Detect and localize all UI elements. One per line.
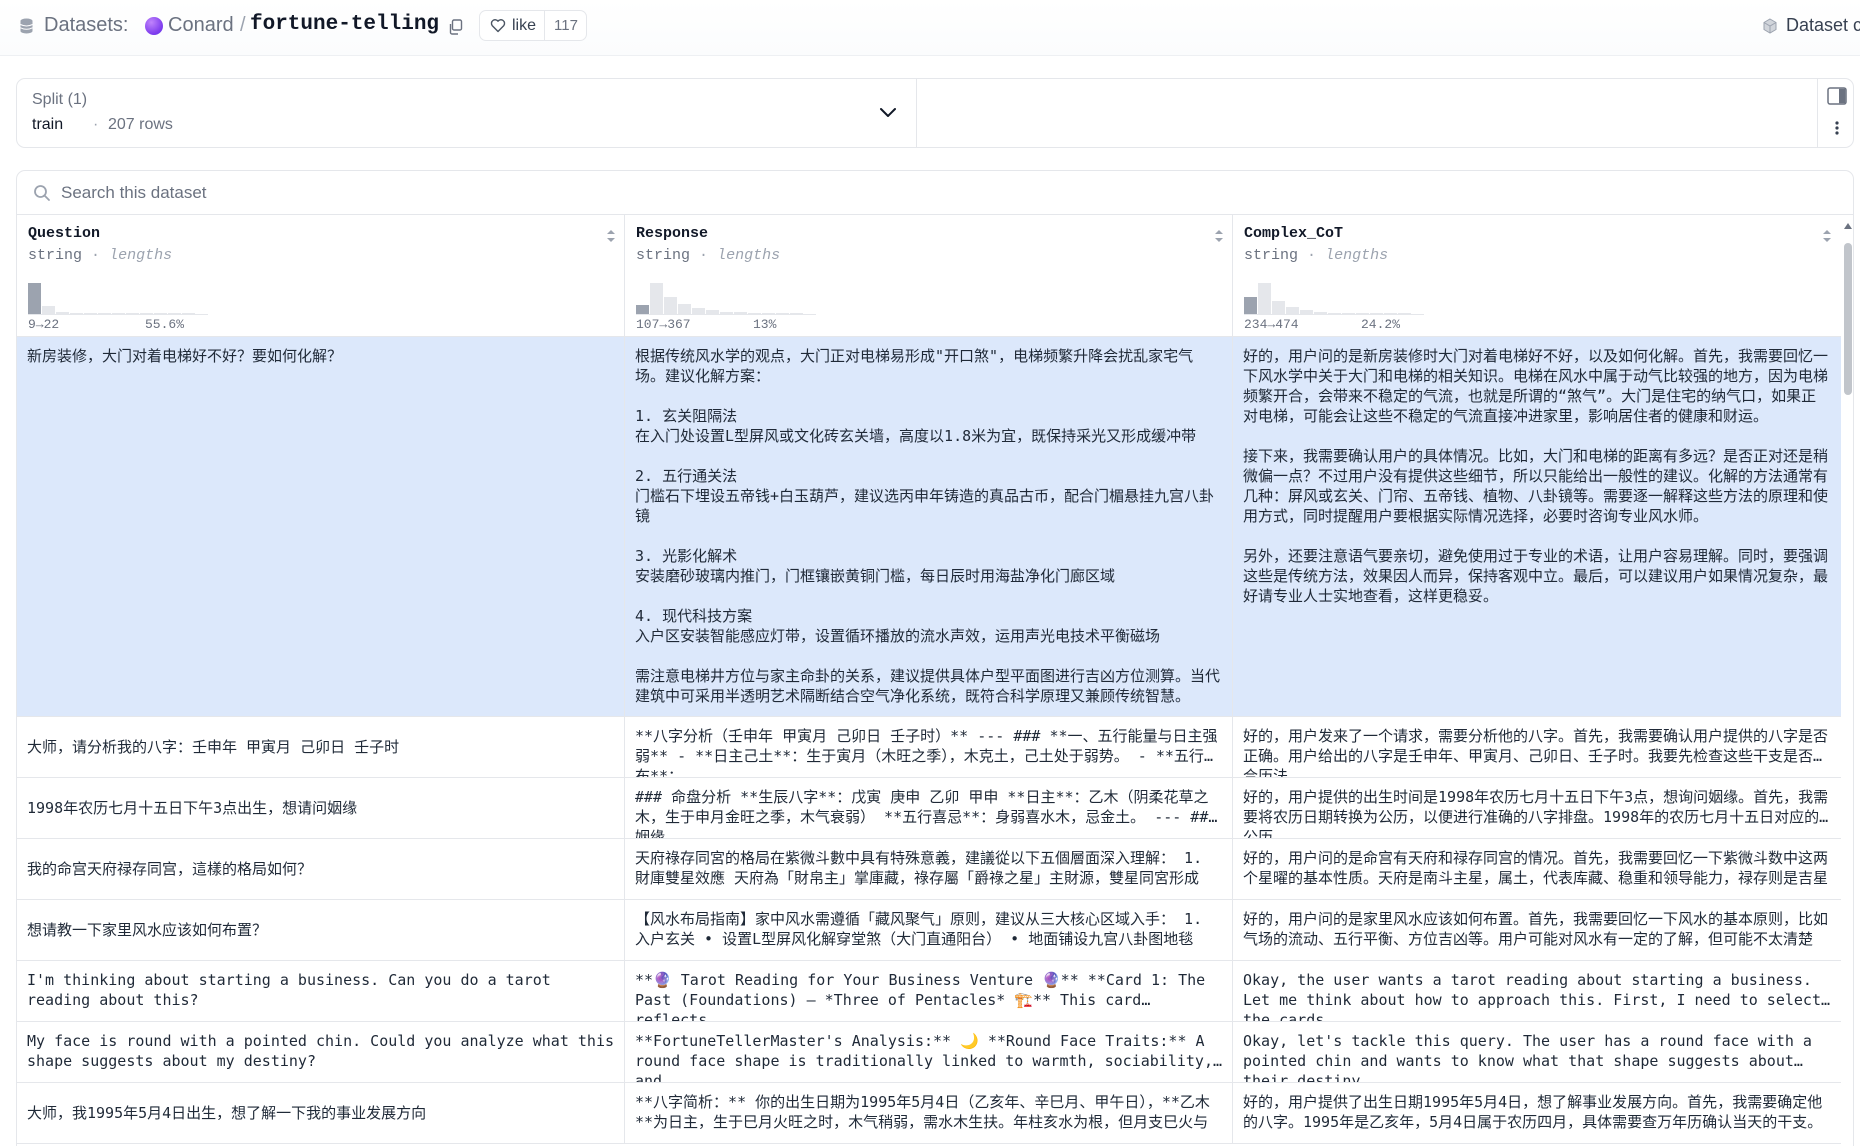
cell-response[interactable]: **FortuneTellerMaster's Analysis:** 🌙 **…	[625, 1022, 1233, 1082]
histogram-bar[interactable]	[650, 283, 663, 315]
cell-response[interactable]: 【风水布局指南】家中风水需遵循「藏风聚气」原则，建议从三大核心区域入手： 1. …	[625, 900, 1233, 960]
cell-complex-cot[interactable]: 好的，用户问的是家里风水应该如何布置。首先，我需要回忆一下风水的基本原则，比如气…	[1233, 900, 1841, 960]
search-input[interactable]	[61, 177, 1761, 209]
column-header-response[interactable]: Response string · lengths 107→367 13%	[625, 215, 1233, 336]
cell-question[interactable]: 新房装修，大门对着电梯好不好？要如何化解？	[17, 337, 625, 716]
viewer-side-tools	[1817, 79, 1854, 147]
histogram-bar[interactable]	[1244, 297, 1257, 315]
table-row[interactable]: 1998年农历七月十五日下午3点出生，想请问姻缘 ### 命盘分析 **生辰八字…	[17, 778, 1841, 839]
cell-complex-cot[interactable]: 好的，用户问的是新房装修时大门对着电梯好不好，以及如何化解。首先，我需要回忆一下…	[1233, 337, 1841, 716]
cell-response[interactable]: ### 命盘分析 **生辰八字**：戊寅 庚申 乙卯 甲申 **日主**：乙木（…	[625, 778, 1233, 838]
column-type: string · lengths	[1244, 247, 1389, 264]
length-histogram[interactable]	[1244, 279, 1424, 315]
cell-response[interactable]: **八字简析：** 你的出生日期为1995年5月4日（乙亥年、辛巳月、甲午日），…	[625, 1083, 1233, 1143]
histogram-bar[interactable]	[664, 297, 677, 315]
dataset-viewer-table: Question string · lengths 9→22 55.6% Res…	[16, 170, 1854, 1146]
dataset-name[interactable]: fortune-telling	[250, 13, 439, 36]
copy-icon[interactable]	[448, 19, 463, 35]
owner-link[interactable]: Conard	[168, 14, 234, 37]
histogram-bar[interactable]	[28, 283, 41, 315]
owner-avatar[interactable]	[145, 17, 163, 35]
column-name: Question	[28, 225, 101, 242]
length-percentage: 24.2%	[1361, 317, 1401, 332]
sort-icon[interactable]	[605, 227, 617, 245]
cell-question[interactable]: 大师，我1995年5月4日出生，想了解一下我的事业发展方向	[17, 1083, 625, 1143]
table-row-selected[interactable]: 新房装修，大门对着电梯好不好？要如何化解？ 根据传统风水学的观点，大门正对电梯易…	[17, 337, 1841, 717]
cell-question[interactable]: 大师，请分析我的八字：壬申年 甲寅月 己卯日 壬子时	[17, 717, 625, 777]
column-name: Complex_CoT	[1244, 225, 1344, 242]
split-value: train	[32, 116, 64, 133]
histogram-baseline	[1244, 314, 1424, 315]
more-options-icon[interactable]	[1829, 119, 1845, 137]
cell-response[interactable]: **🔮 Tarot Reading for Your Business Vent…	[625, 961, 1233, 1021]
histogram-baseline	[28, 314, 208, 315]
column-header-complex-cot[interactable]: Complex_CoT string · lengths 234→474 24.…	[1233, 215, 1841, 336]
cell-complex-cot[interactable]: 好的，用户发来了一个请求，需要分析他的八字。首先，我需要确认用户提供的八字是否正…	[1233, 717, 1841, 777]
split-dropdown[interactable]: Split (1) train · 207 rows	[17, 79, 917, 147]
column-name: Response	[636, 225, 709, 242]
table-body: 新房装修，大门对着电梯好不好？要如何化解？ 根据传统风水学的观点，大门正对电梯易…	[17, 337, 1841, 1144]
table-row[interactable]: I'm thinking about starting a business. …	[17, 961, 1841, 1022]
vertical-scrollbar[interactable]	[1841, 215, 1853, 1146]
histogram-bar[interactable]	[1258, 283, 1271, 315]
cell-question[interactable]: My face is round with a pointed chin. Co…	[17, 1022, 625, 1082]
heart-icon	[490, 19, 506, 33]
split-row-count: 207 rows	[108, 116, 173, 133]
column-header-question[interactable]: Question string · lengths 9→22 55.6%	[17, 215, 625, 336]
scroll-up-icon[interactable]	[1844, 223, 1852, 229]
length-range: 9→22	[28, 317, 60, 332]
sort-icon[interactable]	[1213, 227, 1225, 245]
cell-response[interactable]: 根据传统风水学的观点，大门正对电梯易形成"开口煞"，电梯频繁升降会扰乱家宅气场。…	[625, 337, 1233, 716]
length-histogram[interactable]	[636, 279, 816, 315]
table-header: Question string · lengths 9→22 55.6% Res…	[17, 215, 1841, 337]
cell-complex-cot[interactable]: 好的，用户提供的出生时间是1998年农历七月十五日下午3点，想询问姻缘。首先，我…	[1233, 778, 1841, 838]
cell-response[interactable]: 天府祿存同宮的格局在紫微斗數中具有特殊意義，建議從以下五個層面深入理解： 1. …	[625, 839, 1233, 899]
like-count[interactable]: 117	[544, 11, 587, 40]
cell-complex-cot[interactable]: 好的，用户提供了出生日期1995年5月4日，想了解事业发展方向。首先，我需要确定…	[1233, 1083, 1841, 1143]
table-row[interactable]: 想请教一下家里风水应该如何布置？ 【风水布局指南】家中风水需遵循「藏风聚气」原则…	[17, 900, 1841, 961]
table-row[interactable]: 大师，请分析我的八字：壬申年 甲寅月 己卯日 壬子时 **八字分析（壬申年 甲寅…	[17, 717, 1841, 778]
split-selector: Split (1) train · 207 rows	[16, 78, 1854, 148]
length-histogram[interactable]	[28, 279, 208, 315]
search-icon	[34, 185, 50, 201]
side-panel-icon[interactable]	[1827, 87, 1847, 105]
cell-complex-cot[interactable]: Okay, the user wants a tarot reading abo…	[1233, 961, 1841, 1021]
split-title: Split (1)	[32, 91, 88, 108]
cell-complex-cot[interactable]: Okay, let's tackle this query. The user …	[1233, 1022, 1841, 1082]
like-label: like	[512, 17, 537, 34]
cell-question[interactable]: 想请教一下家里风水应该如何布置？	[17, 900, 625, 960]
section-label[interactable]: Datasets:	[44, 14, 128, 37]
cell-complex-cot[interactable]: 好的，用户问的是命宫有天府和禄存同宫的情况。首先，我需要回忆一下紫微斗数中这两个…	[1233, 839, 1841, 899]
table-row[interactable]: 大师，我1995年5月4日出生，想了解一下我的事业发展方向 **八字简析：** …	[17, 1083, 1841, 1144]
cell-response[interactable]: **八字分析（壬申年 甲寅月 己卯日 壬子时）** --- ### **一、五行…	[625, 717, 1233, 777]
chevron-down-icon	[880, 108, 896, 117]
column-type: string · lengths	[636, 247, 781, 264]
cell-question[interactable]: 1998年农历七月十五日下午3点出生，想请问姻缘	[17, 778, 625, 838]
split-separator: ·	[93, 116, 99, 133]
table-row[interactable]: My face is round with a pointed chin. Co…	[17, 1022, 1841, 1083]
dataset-card-icon	[1763, 18, 1777, 34]
dataset-card-tab[interactable]: Dataset c	[1786, 15, 1860, 36]
scrollbar-thumb[interactable]	[1844, 243, 1852, 395]
column-type: string · lengths	[28, 247, 173, 264]
search-bar	[17, 171, 1853, 215]
cell-question[interactable]: 我的命宫天府禄存同宫，這樣的格局如何？	[17, 839, 625, 899]
length-range: 234→474	[1244, 317, 1299, 332]
length-percentage: 55.6%	[145, 317, 185, 332]
like-button[interactable]: like 117	[479, 10, 587, 41]
histogram-baseline	[636, 314, 816, 315]
database-icon	[20, 18, 33, 34]
length-range: 107→367	[636, 317, 691, 332]
histogram-bar[interactable]	[1272, 301, 1285, 315]
table-row[interactable]: 我的命宫天府禄存同宫，這樣的格局如何？ 天府祿存同宮的格局在紫微斗數中具有特殊意…	[17, 839, 1841, 900]
cell-question[interactable]: I'm thinking about starting a business. …	[17, 961, 625, 1021]
sort-icon[interactable]	[1821, 227, 1833, 245]
length-percentage: 13%	[753, 317, 777, 332]
top-bar: Datasets: Conard / fortune-telling like …	[0, 0, 1860, 56]
breadcrumb-separator: /	[240, 14, 246, 36]
